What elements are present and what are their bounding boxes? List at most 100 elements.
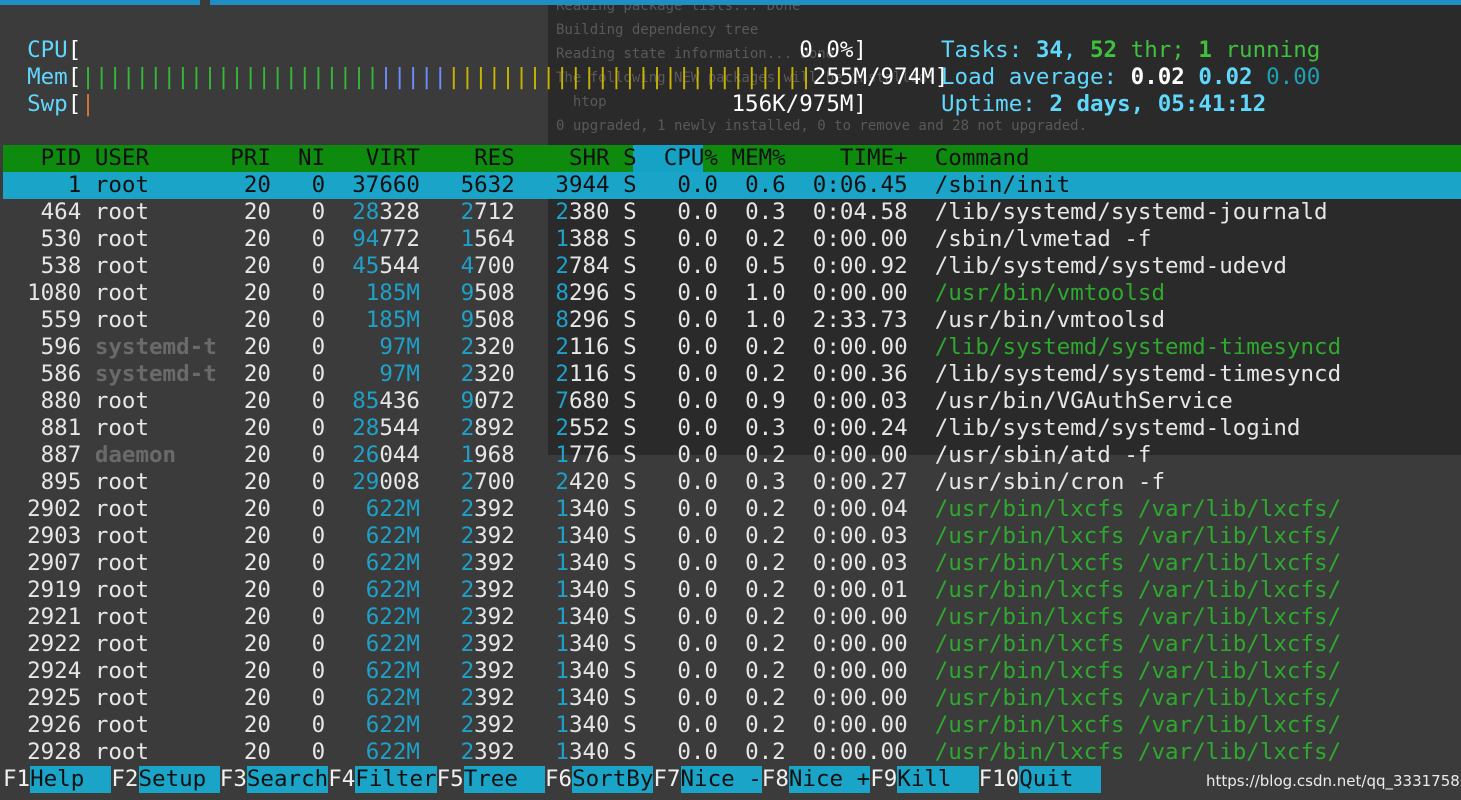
column-header-pri[interactable]: PRI xyxy=(230,145,271,171)
function-label-setup[interactable]: Setup xyxy=(138,766,220,793)
process-virt-major: 28 xyxy=(352,415,380,441)
process-user: root xyxy=(94,631,217,657)
process-nice: 0 xyxy=(284,550,326,576)
process-row[interactable]: 2907 root 20 0 622M 2392 1340 S 0.0 0.2 … xyxy=(0,550,1461,577)
process-row[interactable]: 2925 root 20 0 622M 2392 1340 S 0.0 0.2 … xyxy=(0,685,1461,712)
process-command: /usr/bin/lxcfs /var/lib/lxcfs/ xyxy=(934,658,1342,684)
process-time: 0:00.00 xyxy=(799,712,908,738)
process-res-minor: 700 xyxy=(474,469,515,495)
process-priority: 20 xyxy=(230,739,271,765)
process-mem: 0.3 xyxy=(731,415,786,441)
column-header-res[interactable]: RES xyxy=(434,145,515,171)
process-row[interactable]: 530 root 20 0 94772 1564 1388 S 0.0 0.2 … xyxy=(0,226,1461,253)
process-command: /usr/bin/lxcfs /var/lib/lxcfs/ xyxy=(934,712,1342,738)
process-command: /usr/bin/lxcfs /var/lib/lxcfs/ xyxy=(934,523,1342,549)
process-user: root xyxy=(94,172,217,198)
process-row[interactable]: 1 root 20 0 37660 5632 3944 S 0.0 0.6 0:… xyxy=(0,172,1461,199)
column-header-mem[interactable]: MEM% xyxy=(732,145,786,171)
function-label-tree[interactable]: Tree xyxy=(463,766,545,793)
function-key-f4[interactable]: F4 xyxy=(328,766,355,793)
process-row[interactable]: 1080 root 20 0 185M 9508 8296 S 0.0 1.0 … xyxy=(0,280,1461,307)
process-state: S xyxy=(623,496,637,522)
process-mem: 0.2 xyxy=(731,361,786,387)
process-virt-minor: 044 xyxy=(379,442,420,468)
process-shr-major: 1 xyxy=(555,658,569,684)
process-row[interactable]: 2903 root 20 0 622M 2392 1340 S 0.0 0.2 … xyxy=(0,523,1461,550)
function-label-nice-[interactable]: Nice - xyxy=(680,766,762,793)
process-shr-minor: 776 xyxy=(568,442,610,468)
function-label-quit[interactable]: Quit xyxy=(1019,766,1101,793)
process-pid: 1080 xyxy=(0,280,82,306)
function-key-f7[interactable]: F7 xyxy=(653,766,680,793)
process-virt-minor: 436 xyxy=(379,388,420,414)
memory-meter-label: Mem xyxy=(27,64,68,90)
process-row[interactable]: 538 root 20 0 45544 4700 2784 S 0.0 0.5 … xyxy=(0,253,1461,280)
process-virt-major: 622M xyxy=(365,523,420,549)
column-header-virt[interactable]: VIRT xyxy=(339,145,420,171)
column-header-shr[interactable]: SHR xyxy=(528,145,610,171)
function-key-f9[interactable]: F9 xyxy=(870,766,897,793)
column-header-pid[interactable]: PID xyxy=(0,145,82,171)
function-key-f3[interactable]: F3 xyxy=(220,766,247,793)
process-cpu: 0.0 xyxy=(650,658,718,684)
process-row[interactable]: 887 daemon 20 0 26044 1968 1776 S 0.0 0.… xyxy=(0,442,1461,469)
process-state: S xyxy=(623,442,637,468)
tasks-summary: Tasks: 34, 52 thr; 1 running xyxy=(941,37,1321,63)
process-pid: 2928 xyxy=(0,739,82,765)
function-key-f8[interactable]: F8 xyxy=(762,766,789,793)
process-cpu: 0.0 xyxy=(650,577,718,603)
memory-buffer-bars: ||||| xyxy=(379,64,448,90)
function-label-help[interactable]: Help xyxy=(30,766,112,793)
process-time: 0:04.58 xyxy=(799,199,908,225)
process-priority: 20 xyxy=(230,226,271,252)
column-header-command[interactable]: Command xyxy=(935,145,1030,171)
function-label-filter[interactable]: Filter xyxy=(355,766,437,793)
column-header-time[interactable]: TIME+ xyxy=(799,145,908,171)
process-time: 0:00.27 xyxy=(799,469,908,495)
load-1min: 0.02 xyxy=(1130,64,1185,90)
process-row[interactable]: 2926 root 20 0 622M 2392 1340 S 0.0 0.2 … xyxy=(0,712,1461,739)
function-label-search[interactable]: Search xyxy=(246,766,329,793)
process-row[interactable]: 2922 root 20 0 622M 2392 1340 S 0.0 0.2 … xyxy=(0,631,1461,658)
process-row[interactable]: 2921 root 20 0 622M 2392 1340 S 0.0 0.2 … xyxy=(0,604,1461,631)
process-row[interactable]: 880 root 20 0 85436 9072 7680 S 0.0 0.9 … xyxy=(0,388,1461,415)
column-header-user[interactable]: USER xyxy=(95,145,217,171)
function-key-f5[interactable]: F5 xyxy=(437,766,464,793)
process-row[interactable]: 881 root 20 0 28544 2892 2552 S 0.0 0.3 … xyxy=(0,415,1461,442)
running-count: 1 xyxy=(1198,37,1212,63)
process-row[interactable]: 586 systemd-t 20 0 97M 2320 2116 S 0.0 0… xyxy=(0,361,1461,388)
process-shr-minor: 340 xyxy=(568,739,610,765)
process-row[interactable]: 596 systemd-t 20 0 97M 2320 2116 S 0.0 0… xyxy=(0,334,1461,361)
process-row[interactable]: 2919 root 20 0 622M 2392 1340 S 0.0 0.2 … xyxy=(0,577,1461,604)
process-mem: 0.2 xyxy=(731,739,786,765)
process-shr-minor: 340 xyxy=(568,658,610,684)
function-label-nice-[interactable]: Nice + xyxy=(788,766,871,793)
function-label-sortby[interactable]: SortBy xyxy=(572,766,654,793)
column-header-s[interactable]: S xyxy=(623,145,637,171)
process-virt-major: 94 xyxy=(352,226,380,252)
process-shr-minor: 552 xyxy=(568,415,610,441)
function-label-kill[interactable]: Kill xyxy=(897,766,979,793)
process-priority: 20 xyxy=(230,253,271,279)
process-priority: 20 xyxy=(230,361,271,387)
process-row[interactable]: 2924 root 20 0 622M 2392 1340 S 0.0 0.2 … xyxy=(0,658,1461,685)
column-header-ni[interactable]: NI xyxy=(284,145,325,171)
process-shr-major: 1 xyxy=(555,523,569,549)
function-key-f10[interactable]: F10 xyxy=(979,766,1020,793)
function-key-f1[interactable]: F1 xyxy=(3,766,30,793)
process-pid: 880 xyxy=(0,388,82,414)
process-res-major: 2 xyxy=(460,199,475,225)
process-cpu: 0.0 xyxy=(650,523,718,549)
process-row[interactable]: 2902 root 20 0 622M 2392 1340 S 0.0 0.2 … xyxy=(0,496,1461,523)
function-key-f6[interactable]: F6 xyxy=(545,766,572,793)
column-header-cpu[interactable]: CPU% xyxy=(650,145,718,171)
function-key-f2[interactable]: F2 xyxy=(111,766,138,793)
watermark-text: https://blog.csdn.net/qq_33317586 xyxy=(1206,772,1461,790)
process-nice: 0 xyxy=(284,442,326,468)
process-row[interactable]: 2928 root 20 0 622M 2392 1340 S 0.0 0.2 … xyxy=(0,739,1461,766)
process-row[interactable]: 464 root 20 0 28328 2712 2380 S 0.0 0.3 … xyxy=(0,199,1461,226)
process-row[interactable]: 559 root 20 0 185M 9508 8296 S 0.0 1.0 2… xyxy=(0,307,1461,334)
process-mem: 0.2 xyxy=(731,685,786,711)
process-res-major: 2 xyxy=(460,712,475,738)
process-row[interactable]: 895 root 20 0 29008 2700 2420 S 0.0 0.3 … xyxy=(0,469,1461,496)
